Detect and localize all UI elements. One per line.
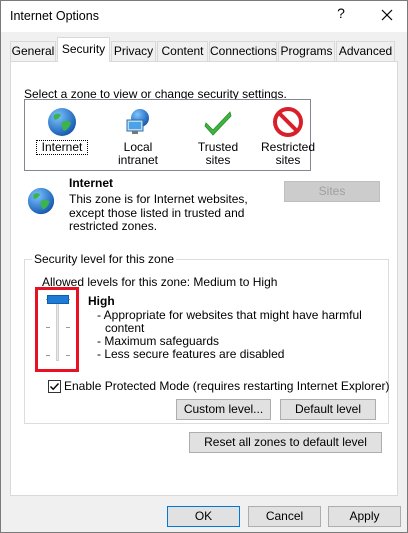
apply-button[interactable]: Apply [328,506,401,527]
zone-label-local-intranet: Local intranet [117,140,159,167]
ok-button[interactable]: OK [167,506,240,527]
selected-zone-description: This zone is for Internet websites, exce… [69,192,248,234]
internet-options-window: Internet Options ? General Security Priv… [0,0,408,533]
zone-local-intranet[interactable]: Local intranet [104,106,172,167]
default-level-button[interactable]: Default level [280,399,376,420]
zone-label-restricted-line2: sites [275,153,301,167]
security-tab-panel: Select a zone to view or change security… [10,61,398,496]
zone-desc-line: except those listed in trusted and [69,205,245,220]
close-icon[interactable] [376,4,398,26]
zone-desc-line: This zone is for Internet websites, [69,192,248,206]
tab-content[interactable]: Content [157,41,208,61]
slider-tick [46,327,50,328]
zone-list: Internet Local intranet Trusted sites Re… [24,99,315,171]
checkmark-icon [50,383,60,391]
title-bar: Internet Options ? [1,1,407,32]
zone-label-restricted-line1: Restricted [260,140,316,154]
security-level-legend: Security level for this zone [32,252,177,266]
help-button[interactable]: ? [332,5,350,27]
sites-button[interactable]: Sites [284,181,380,202]
slider-tick [66,327,70,328]
protected-mode-checkbox[interactable] [48,380,61,393]
security-level-slider[interactable] [46,293,70,365]
window-title: Internet Options [10,9,99,23]
zone-restricted-sites[interactable]: Restricted sites [260,106,316,167]
zone-label-internet: Internet [36,140,88,155]
tab-advanced[interactable]: Advanced [336,41,395,61]
tab-connections[interactable]: Connections [209,41,277,61]
globe-icon [37,106,87,138]
protected-mode-label[interactable]: Enable Protected Mode (requires restarti… [64,379,390,393]
slider-tick [46,355,50,356]
custom-level-button[interactable]: Custom level... [176,399,271,420]
slider-track [56,295,59,361]
tab-programs[interactable]: Programs [278,41,335,61]
security-level-description: - Appropriate for websites that might ha… [97,309,362,361]
zone-desc-line: restricted zones. [69,219,158,233]
tab-privacy[interactable]: Privacy [111,41,156,61]
selected-zone-title: Internet [69,176,114,190]
restricted-icon [260,106,316,138]
slider-tick [66,355,70,356]
reset-all-zones-button[interactable]: Reset all zones to default level [189,432,382,453]
level-desc-item: - Less secure features are disabled [97,347,285,361]
security-level-name: High [88,294,115,308]
zone-trusted-sites[interactable]: Trusted sites [184,106,252,167]
zone-label-trusted-sites: Trusted sites [197,140,239,167]
cancel-button[interactable]: Cancel [248,506,321,527]
security-level-group: Security level for this zone Allowed lev… [24,252,390,424]
intranet-icon [104,106,172,138]
checkmark-icon [184,106,252,138]
zone-label-restricted-sites: Restricted sites [260,141,316,167]
slider-thumb[interactable] [47,295,69,304]
tab-security[interactable]: Security [57,37,110,62]
zone-internet[interactable]: Internet [36,106,88,155]
tab-general[interactable]: General [10,41,56,61]
selected-zone-globe-icon [26,186,56,219]
